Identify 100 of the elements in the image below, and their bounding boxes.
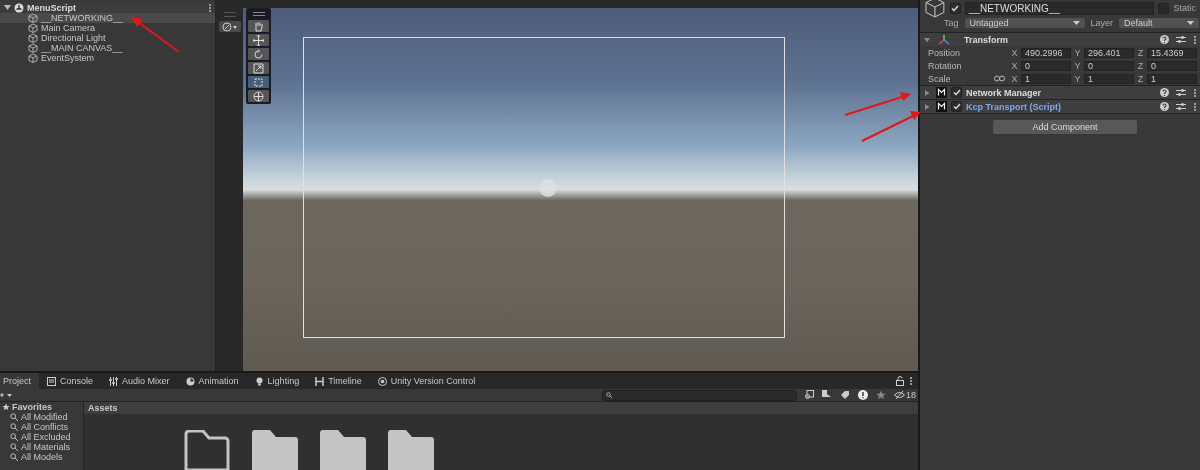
component-header[interactable]: Transform bbox=[920, 33, 1200, 46]
add-component-button[interactable]: Add Component bbox=[993, 120, 1137, 134]
plus-caret-icon bbox=[0, 392, 12, 398]
hierarchy-item[interactable]: EventSystem bbox=[0, 53, 215, 63]
number-field[interactable]: 0 bbox=[1147, 60, 1197, 71]
hierarchy-item[interactable]: Main Camera bbox=[0, 23, 215, 33]
scale-tool-button[interactable] bbox=[248, 62, 269, 74]
layer-dropdown[interactable]: Default bbox=[1119, 18, 1200, 28]
axis-label[interactable]: Z bbox=[1136, 73, 1145, 84]
annotation-arrow bbox=[844, 92, 911, 116]
folder-icon[interactable] bbox=[388, 430, 434, 470]
axis-label[interactable]: X bbox=[1010, 60, 1019, 71]
expand-arrow-icon[interactable] bbox=[4, 4, 11, 11]
folder-icon[interactable] bbox=[252, 430, 298, 470]
search-field[interactable] bbox=[602, 389, 797, 401]
favorites-item[interactable]: All Excluded bbox=[21, 432, 71, 442]
annotation-arrow bbox=[861, 111, 921, 142]
cube-icon bbox=[28, 33, 38, 43]
active-checkbox[interactable] bbox=[949, 2, 961, 14]
link-icon[interactable] bbox=[994, 75, 1005, 82]
panel-tab[interactable]: Animation bbox=[177, 373, 247, 389]
layer-label: Layer bbox=[1090, 18, 1114, 28]
lock-icon[interactable] bbox=[896, 376, 904, 386]
favorites-label[interactable]: Favorites bbox=[12, 402, 53, 412]
presets-icon[interactable] bbox=[1176, 102, 1186, 111]
help-icon[interactable] bbox=[1160, 102, 1169, 111]
search-by-type-icon[interactable] bbox=[804, 390, 814, 400]
panel-tab[interactable]: Timeline bbox=[307, 373, 370, 389]
component-header[interactable]: Kcp Transport (Script) bbox=[920, 100, 1200, 113]
create-dropdown[interactable] bbox=[0, 390, 12, 400]
panel-tab[interactable]: Audio Mixer bbox=[101, 373, 178, 389]
axis-label[interactable]: Y bbox=[1073, 73, 1082, 84]
sun-glow bbox=[539, 179, 557, 197]
number-field[interactable]: 1 bbox=[1147, 73, 1197, 84]
enabled-checkbox[interactable] bbox=[951, 87, 962, 98]
component-title: Kcp Transport (Script) bbox=[966, 101, 1061, 112]
number-field[interactable]: 490.2996 bbox=[1021, 47, 1071, 58]
axis-label[interactable]: Z bbox=[1136, 60, 1145, 71]
folder-icon[interactable] bbox=[320, 430, 366, 470]
axis-label[interactable]: X bbox=[1010, 47, 1019, 58]
help-icon[interactable] bbox=[1160, 35, 1169, 44]
favorites-item[interactable]: All Materials bbox=[21, 442, 70, 452]
rotate-icon bbox=[253, 48, 264, 60]
axis-label[interactable]: Y bbox=[1073, 47, 1082, 58]
panel-tab[interactable]: Console bbox=[39, 373, 102, 389]
tag-dropdown[interactable]: Untagged bbox=[964, 18, 1085, 28]
component-header[interactable]: Network Manager bbox=[920, 86, 1200, 99]
search-icon bbox=[10, 453, 18, 461]
foldout-arrow-icon[interactable] bbox=[924, 89, 932, 96]
axis-label[interactable]: Y bbox=[1073, 60, 1082, 71]
foldout-arrow-icon[interactable] bbox=[924, 103, 932, 110]
move-icon bbox=[253, 34, 264, 46]
number-field[interactable]: 15.4369 bbox=[1147, 47, 1197, 58]
tag-label: Tag bbox=[944, 18, 959, 28]
panel-tab[interactable]: Lighting bbox=[246, 373, 308, 389]
compass-icon bbox=[221, 21, 238, 32]
axis-label[interactable]: Z bbox=[1136, 47, 1145, 58]
panel-tab[interactable]: Unity Version Control bbox=[369, 373, 484, 389]
search-icon bbox=[10, 413, 18, 421]
number-field[interactable]: 1 bbox=[1021, 73, 1071, 84]
label-filter-icon[interactable] bbox=[822, 390, 832, 400]
component-title: Network Manager bbox=[966, 87, 1042, 98]
breadcrumb[interactable]: Assets bbox=[84, 402, 918, 414]
favorites-item[interactable]: All Conflicts bbox=[21, 422, 68, 432]
foldout-arrow-icon[interactable] bbox=[924, 36, 932, 43]
warning-icon[interactable] bbox=[858, 390, 868, 400]
hierarchy-item[interactable]: __MAIN CANVAS__ bbox=[0, 43, 215, 53]
favorites-item[interactable]: All Modified bbox=[21, 412, 68, 422]
rotate-tool-button[interactable] bbox=[248, 48, 269, 60]
cube-icon bbox=[28, 53, 38, 63]
timeline-icon bbox=[315, 376, 325, 386]
folder-icon[interactable] bbox=[184, 430, 230, 470]
hidden-packages-toggle[interactable]: 18 bbox=[894, 390, 916, 400]
orientation-dropdown[interactable] bbox=[218, 21, 241, 32]
panel-tab[interactable]: Project bbox=[0, 373, 39, 389]
move-tool-button[interactable] bbox=[248, 34, 269, 46]
property-label: Position bbox=[928, 47, 962, 58]
transform-tool-button[interactable] bbox=[248, 90, 269, 102]
help-icon[interactable] bbox=[1160, 88, 1169, 97]
number-field[interactable]: 0 bbox=[1021, 60, 1071, 71]
property-label: Rotation bbox=[928, 60, 963, 71]
number-field[interactable]: 1 bbox=[1084, 73, 1134, 84]
hand-tool-button[interactable] bbox=[248, 20, 269, 32]
axis-label[interactable]: X bbox=[1010, 73, 1019, 84]
presets-icon[interactable] bbox=[1176, 88, 1186, 97]
search-icon bbox=[606, 392, 612, 398]
favorites-item[interactable]: All Models bbox=[21, 452, 63, 462]
number-field[interactable]: 0 bbox=[1084, 60, 1134, 71]
clock-icon bbox=[185, 376, 195, 386]
presets-icon[interactable] bbox=[1176, 35, 1186, 44]
star-icon[interactable] bbox=[876, 390, 886, 400]
rect-icon bbox=[253, 76, 264, 88]
transform-icon bbox=[253, 90, 264, 102]
enabled-checkbox[interactable] bbox=[951, 101, 962, 112]
search-icon bbox=[10, 443, 18, 451]
hierarchy-item[interactable]: __NETWORKING__ bbox=[0, 13, 215, 23]
object-name-field[interactable]: __NETWORKING__ bbox=[964, 1, 1155, 15]
hierarchy-item[interactable]: Directional Light bbox=[0, 33, 215, 43]
number-field[interactable]: 296.401 bbox=[1084, 47, 1134, 58]
cube-icon bbox=[28, 43, 38, 53]
